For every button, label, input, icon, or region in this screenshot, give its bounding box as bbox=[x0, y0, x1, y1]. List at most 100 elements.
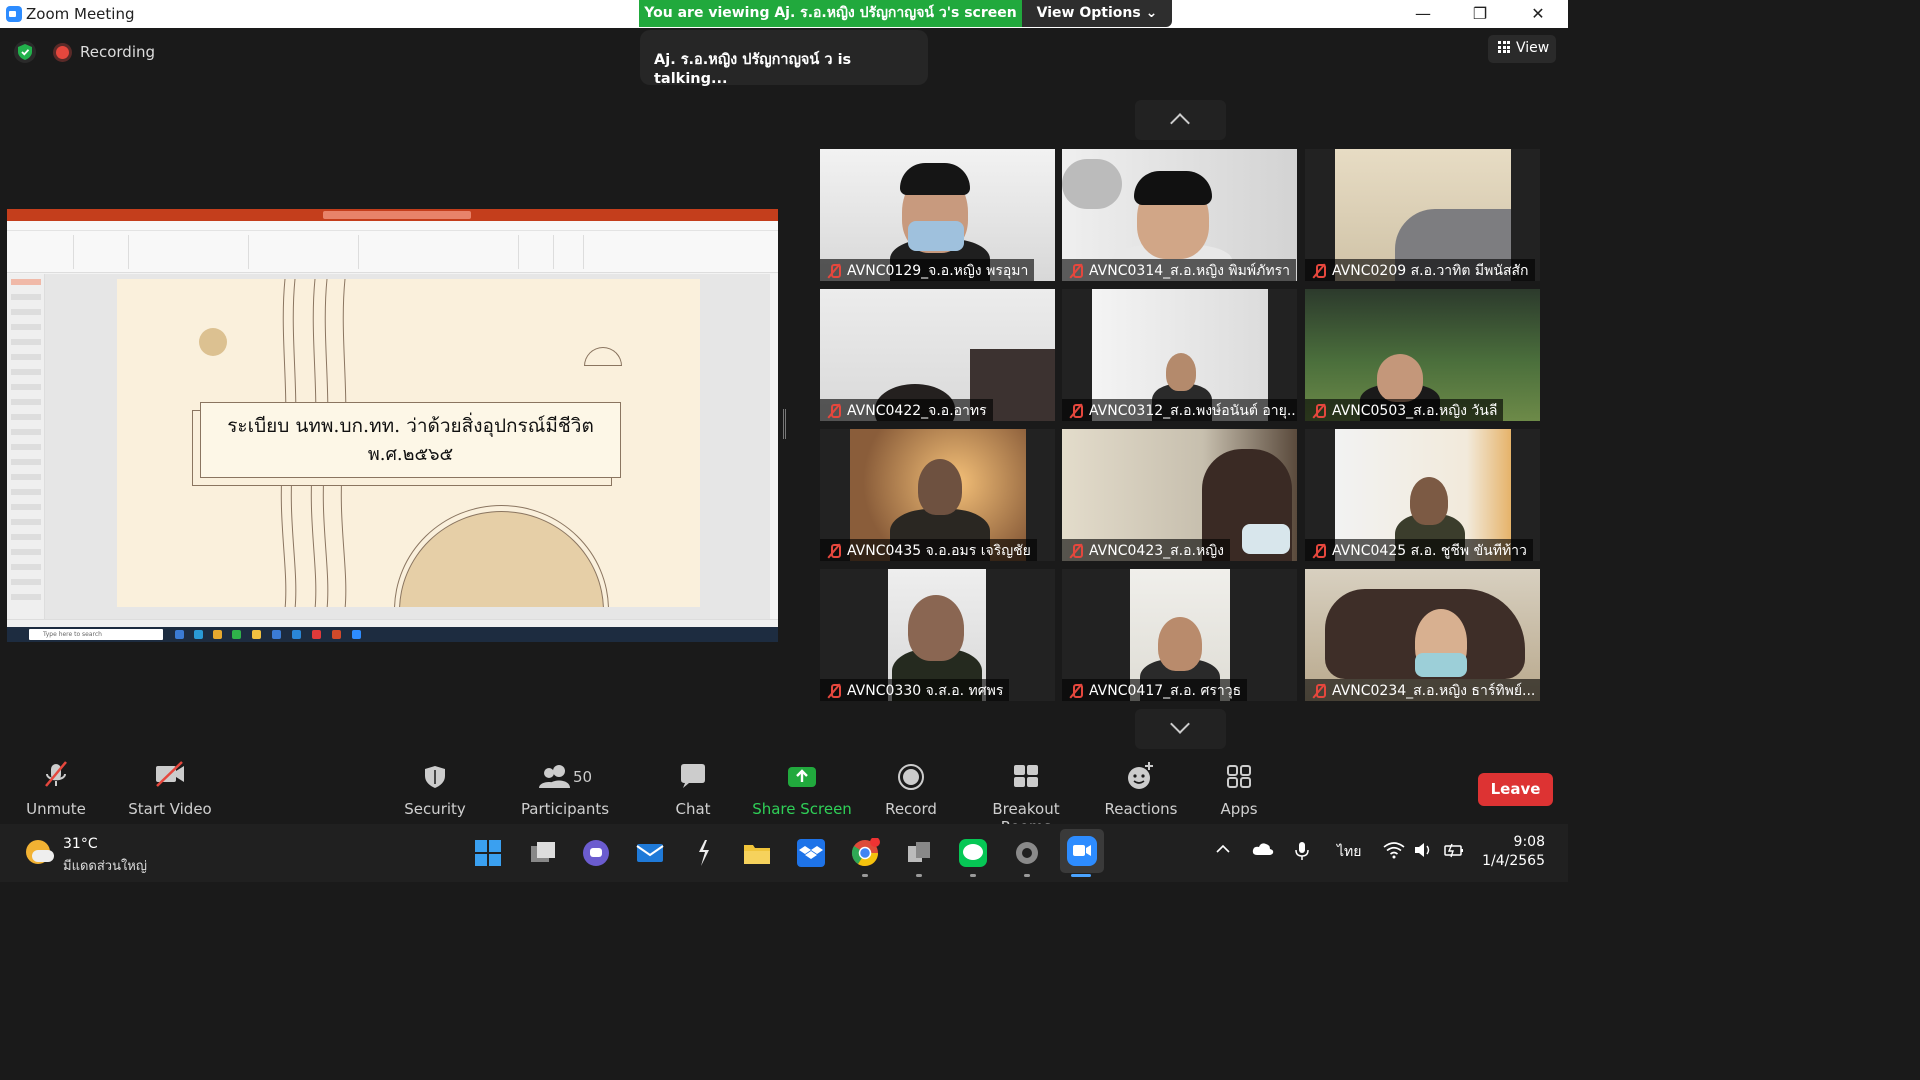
wifi-icon[interactable] bbox=[1383, 841, 1405, 863]
participant-name: AVNC0129_จ.อ.หญิง พรอุมา bbox=[820, 259, 1035, 281]
participant-tile[interactable]: AVNC0314_ส.อ.หญิง พิมพ์ภัทรา bbox=[1062, 149, 1297, 281]
participant-tile[interactable]: AVNC0209 ส.อ.วาทิต มีพนัสสัก bbox=[1305, 149, 1540, 281]
participant-tile[interactable]: AVNC0425 ส.อ. ชูชีพ ขันทีท้าว bbox=[1305, 429, 1540, 561]
slide-editor: ระเบียบ นทพ.บก.ทท. ว่าด้วยสิ่งอุปกรณ์มีช… bbox=[45, 274, 770, 619]
powerpoint-title-bar bbox=[7, 209, 778, 221]
muted-mic-icon bbox=[826, 683, 842, 699]
gallery-down-button[interactable] bbox=[1135, 709, 1226, 749]
share-screen-icon bbox=[787, 750, 817, 790]
participant-name: AVNC0423_ส.อ.หญิง bbox=[1062, 539, 1230, 561]
participant-tile[interactable]: AVNC0422_จ.อ.อาทร bbox=[820, 289, 1055, 421]
zoom-taskbar-icon[interactable] bbox=[1060, 829, 1104, 873]
muted-mic-icon bbox=[1311, 543, 1327, 559]
talking-indicator: Aj. ร.อ.หญิง ปรัญกาญจน์ ว is talking... bbox=[640, 30, 928, 87]
powerpoint-ribbon bbox=[7, 221, 778, 273]
muted-mic-icon bbox=[826, 543, 842, 559]
apps-icon bbox=[1226, 750, 1252, 790]
participant-tile[interactable]: AVNC0503_ส.อ.หญิง วันลี bbox=[1305, 289, 1540, 421]
participant-name: AVNC0435 จ.อ.อมร เจริญชัย bbox=[820, 539, 1037, 561]
muted-mic-icon bbox=[826, 403, 842, 419]
view-button[interactable]: View bbox=[1488, 35, 1556, 63]
language-indicator[interactable]: ไทย bbox=[1337, 841, 1361, 863]
chat-button[interactable]: Chat bbox=[665, 750, 721, 824]
shared-screen[interactable]: ระเบียบ นทพ.บก.ทท. ว่าด้วยสิ่งอุปกรณ์มีช… bbox=[7, 209, 778, 642]
breakout-rooms-icon bbox=[1012, 750, 1040, 790]
title-bar: Zoom Meeting You are viewing Aj. ร.อ.หญิ… bbox=[0, 0, 1568, 28]
dropbox-icon[interactable] bbox=[796, 838, 826, 868]
battery-icon[interactable] bbox=[1443, 841, 1465, 863]
temperature[interactable]: 31°C bbox=[63, 836, 98, 852]
weather-description[interactable]: มีแดดส่วนใหญ่ bbox=[63, 855, 147, 876]
recording-dot-icon bbox=[56, 46, 69, 59]
slide: ระเบียบ นทพ.บก.ทท. ว่าด้วยสิ่งอุปกรณ์มีช… bbox=[117, 279, 700, 607]
shield-icon bbox=[422, 750, 448, 790]
apps-button[interactable]: Apps bbox=[1212, 750, 1266, 824]
view-options-button[interactable]: View Options ⌄ bbox=[1022, 0, 1172, 27]
microphone-tray-icon[interactable] bbox=[1294, 841, 1310, 865]
record-icon bbox=[897, 750, 925, 790]
app-icon[interactable] bbox=[689, 838, 719, 868]
muted-mic-icon bbox=[1068, 263, 1084, 279]
participant-tile[interactable]: AVNC0330 จ.ส.อ. ทศพร bbox=[820, 569, 1055, 701]
file-explorer-icon[interactable] bbox=[742, 838, 772, 868]
security-button[interactable]: Security bbox=[400, 750, 470, 824]
participant-name: AVNC0425 ส.อ. ชูชีพ ขันทีท้าว bbox=[1305, 539, 1533, 561]
minimize-icon[interactable]: — bbox=[1400, 0, 1446, 28]
chat-icon bbox=[679, 750, 707, 790]
start-video-button[interactable]: Start Video bbox=[125, 750, 215, 824]
muted-mic-icon bbox=[1068, 683, 1084, 699]
settings-gear-icon[interactable] bbox=[1012, 838, 1042, 868]
shared-windows-taskbar: Type here to search bbox=[7, 627, 778, 642]
unmute-button[interactable]: Unmute bbox=[20, 750, 92, 824]
participant-tile[interactable]: AVNC0423_ส.อ.หญิง bbox=[1062, 429, 1297, 561]
security-shield-icon[interactable] bbox=[14, 41, 36, 63]
video-off-icon bbox=[154, 750, 186, 790]
participant-tile[interactable]: AVNC0435 จ.อ.อมร เจริญชัย bbox=[820, 429, 1055, 561]
restore-icon[interactable]: ❐ bbox=[1457, 0, 1503, 28]
network-app-icon[interactable] bbox=[904, 838, 934, 868]
task-view-icon[interactable] bbox=[528, 838, 558, 868]
participant-name: AVNC0234_ส.อ.หญิง ธาร์ทิพย์... bbox=[1305, 679, 1540, 701]
participant-tile[interactable]: AVNC0129_จ.อ.หญิง พรอุมา bbox=[820, 149, 1055, 281]
breakout-rooms-button[interactable]: Breakout Rooms bbox=[966, 750, 1086, 836]
clock-time[interactable]: 9:08 bbox=[1505, 834, 1545, 850]
record-button[interactable]: Record bbox=[880, 750, 942, 824]
leave-button[interactable]: Leave bbox=[1478, 773, 1553, 806]
reactions-icon bbox=[1126, 750, 1156, 790]
teams-chat-icon[interactable] bbox=[581, 838, 611, 868]
weather-icon[interactable] bbox=[26, 840, 54, 864]
participant-tile[interactable]: AVNC0312_ส.อ.พงษ์อนันต์ อายุ... bbox=[1062, 289, 1297, 421]
mail-icon[interactable] bbox=[635, 838, 665, 868]
participant-tile[interactable]: AVNC0417_ส.อ. ศราวุธ bbox=[1062, 569, 1297, 701]
slide-title-box: ระเบียบ นทพ.บก.ทท. ว่าด้วยสิ่งอุปกรณ์มีช… bbox=[200, 402, 621, 478]
small-arch-decoration bbox=[584, 347, 622, 366]
participant-name: AVNC0312_ส.อ.พงษ์อนันต์ อายุ... bbox=[1062, 399, 1297, 421]
show-hidden-icons-icon[interactable] bbox=[1215, 841, 1231, 861]
chrome-icon[interactable] bbox=[850, 837, 880, 868]
share-screen-button[interactable]: Share Screen bbox=[750, 750, 854, 824]
reactions-button[interactable]: Reactions bbox=[1104, 750, 1178, 824]
powerpoint-status-bar bbox=[7, 619, 778, 627]
participant-name: AVNC0209 ส.อ.วาทิต มีพนัสสัก bbox=[1305, 259, 1535, 281]
meeting-controls: Unmute Start Video Security 50 Participa… bbox=[0, 750, 1568, 836]
windows-start-icon[interactable] bbox=[473, 838, 503, 868]
chevron-down-icon bbox=[1170, 714, 1190, 734]
muted-mic-icon bbox=[1311, 403, 1327, 419]
grid-icon bbox=[1498, 41, 1510, 53]
powerpoint-search-box bbox=[323, 211, 471, 219]
participants-button[interactable]: 50 Participants bbox=[520, 750, 610, 824]
line-app-icon[interactable] bbox=[958, 838, 988, 868]
participant-tile[interactable]: AVNC0234_ส.อ.หญิง ธาร์ทิพย์... bbox=[1305, 569, 1540, 701]
zoom-app-icon bbox=[6, 6, 22, 22]
split-divider-handle[interactable] bbox=[783, 409, 786, 439]
volume-icon[interactable] bbox=[1413, 841, 1433, 863]
close-icon[interactable]: ✕ bbox=[1515, 0, 1561, 28]
gallery-up-button[interactable] bbox=[1135, 100, 1226, 140]
window-title: Zoom Meeting bbox=[26, 5, 135, 23]
clock-date[interactable]: 1/4/2565 bbox=[1480, 853, 1545, 869]
muted-mic-icon bbox=[41, 750, 71, 790]
circle-decoration bbox=[199, 328, 227, 356]
participants-icon: 50 bbox=[535, 750, 595, 790]
muted-mic-icon bbox=[1311, 263, 1327, 279]
onedrive-cloud-icon[interactable] bbox=[1252, 841, 1274, 861]
